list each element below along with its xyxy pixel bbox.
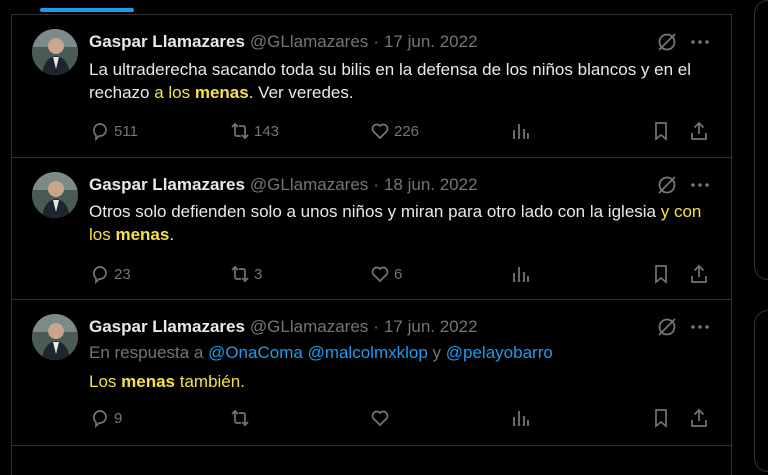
highlight-keyword: menas (121, 372, 176, 391)
text-part: también. (175, 372, 245, 391)
retweet-count: 3 (254, 265, 263, 283)
more-icon[interactable] (688, 31, 712, 53)
retweet-button[interactable]: 143 (230, 119, 279, 143)
highlight-part: a los (154, 83, 195, 102)
tweet-text: Los menas también. (89, 370, 719, 393)
like-icon (371, 410, 389, 427)
bookmark-icon[interactable] (651, 408, 671, 428)
more-icon[interactable] (688, 174, 712, 196)
mention-link[interactable]: @OnaComa (208, 343, 303, 362)
reply-button[interactable]: 23 (90, 262, 131, 286)
tweet-text: La ultraderecha sacando toda su bilis en… (89, 58, 719, 104)
tab-indicator (40, 8, 134, 12)
reply-count: 511 (114, 122, 138, 140)
like-icon (371, 123, 389, 140)
tweet[interactable]: Gaspar Llamazares @GLlamazares · 18 jun.… (12, 157, 731, 300)
timeline: Gaspar Llamazares @GLlamazares · 17 jun.… (11, 14, 732, 475)
share-icon[interactable] (689, 408, 709, 428)
avatar[interactable] (32, 172, 78, 218)
author-handle[interactable]: @GLlamazares (250, 317, 368, 337)
grok-icon[interactable] (656, 31, 678, 53)
reply-button[interactable]: 9 (90, 406, 122, 430)
views-icon[interactable] (511, 408, 531, 428)
reply-icon (93, 266, 107, 284)
tweet-date[interactable]: 17 jun. 2022 (384, 32, 478, 52)
reply-joiner: y (432, 343, 442, 362)
reply-count: 9 (114, 409, 123, 427)
avatar[interactable] (32, 29, 78, 75)
tweet-header: Gaspar Llamazares @GLlamazares · 17 jun.… (89, 31, 478, 53)
views-icon[interactable] (511, 264, 531, 284)
grok-icon[interactable] (656, 316, 678, 338)
reply-prefix: En respuesta a (89, 343, 209, 362)
mention-link[interactable]: @malcolmxklop (308, 343, 428, 362)
retweet-icon (231, 265, 249, 283)
mention-link[interactable]: @pelayobarro (446, 343, 553, 362)
retweet-count: 143 (254, 122, 280, 140)
sidebar-card-2 (754, 310, 768, 472)
bookmark-icon[interactable] (651, 121, 671, 141)
tweet[interactable]: Gaspar Llamazares @GLlamazares · 17 jun.… (12, 15, 731, 158)
author-handle[interactable]: @GLlamazares (250, 32, 368, 52)
action-bar: 9 (12, 406, 731, 430)
like-count: 6 (394, 265, 403, 283)
retweet-button[interactable] (230, 406, 250, 430)
like-button[interactable] (370, 406, 390, 430)
text-part: . Ver veredes. (248, 83, 354, 102)
retweet-icon (231, 409, 249, 427)
action-bar: 23 3 6 (12, 262, 731, 286)
highlight-part: Los (89, 372, 122, 391)
tweet[interactable]: Gaspar Llamazares @GLlamazares · 17 jun.… (12, 299, 731, 446)
more-icon[interactable] (688, 316, 712, 338)
avatar[interactable] (32, 314, 78, 360)
separator: · (373, 32, 379, 51)
action-bar: 511 143 226 (12, 119, 731, 143)
views-icon[interactable] (511, 121, 531, 141)
like-button[interactable]: 226 (370, 119, 419, 143)
author-handle[interactable]: @GLlamazares (250, 175, 368, 195)
author-name[interactable]: Gaspar Llamazares (89, 175, 245, 195)
tweet-header: Gaspar Llamazares @GLlamazares · 18 jun.… (89, 174, 478, 196)
tweet-date[interactable]: 17 jun. 2022 (384, 317, 478, 337)
sidebar-card (754, 0, 768, 280)
separator: · (373, 175, 379, 194)
reply-icon (93, 123, 107, 141)
separator: · (373, 317, 379, 336)
share-icon[interactable] (689, 264, 709, 284)
share-icon[interactable] (689, 121, 709, 141)
highlight-keyword: menas (115, 225, 170, 244)
reply-icon (93, 410, 107, 428)
text-part: Otros solo defienden solo a unos niños y… (89, 202, 661, 221)
like-count: 226 (394, 122, 420, 140)
like-button[interactable]: 6 (370, 262, 402, 286)
text-part: . (169, 225, 175, 244)
highlighted-text: Los menas (89, 372, 175, 391)
retweet-button[interactable]: 3 (230, 262, 262, 286)
retweet-icon (231, 122, 249, 140)
grok-icon[interactable] (656, 174, 678, 196)
tweet-date[interactable]: 18 jun. 2022 (384, 175, 478, 195)
like-icon (371, 266, 389, 283)
tweet-header: Gaspar Llamazares @GLlamazares · 17 jun.… (89, 316, 478, 338)
author-name[interactable]: Gaspar Llamazares (89, 32, 245, 52)
highlighted-text: a los menas (154, 83, 249, 102)
reply-count: 23 (114, 265, 131, 283)
tweet-text: Otros solo defienden solo a unos niños y… (89, 200, 719, 246)
reply-button[interactable]: 511 (90, 119, 138, 143)
author-name[interactable]: Gaspar Llamazares (89, 317, 245, 337)
bookmark-icon[interactable] (651, 264, 671, 284)
reply-context: En respuesta a @OnaComa @malcolmxklop y … (89, 343, 553, 363)
highlight-keyword: menas (194, 83, 249, 102)
